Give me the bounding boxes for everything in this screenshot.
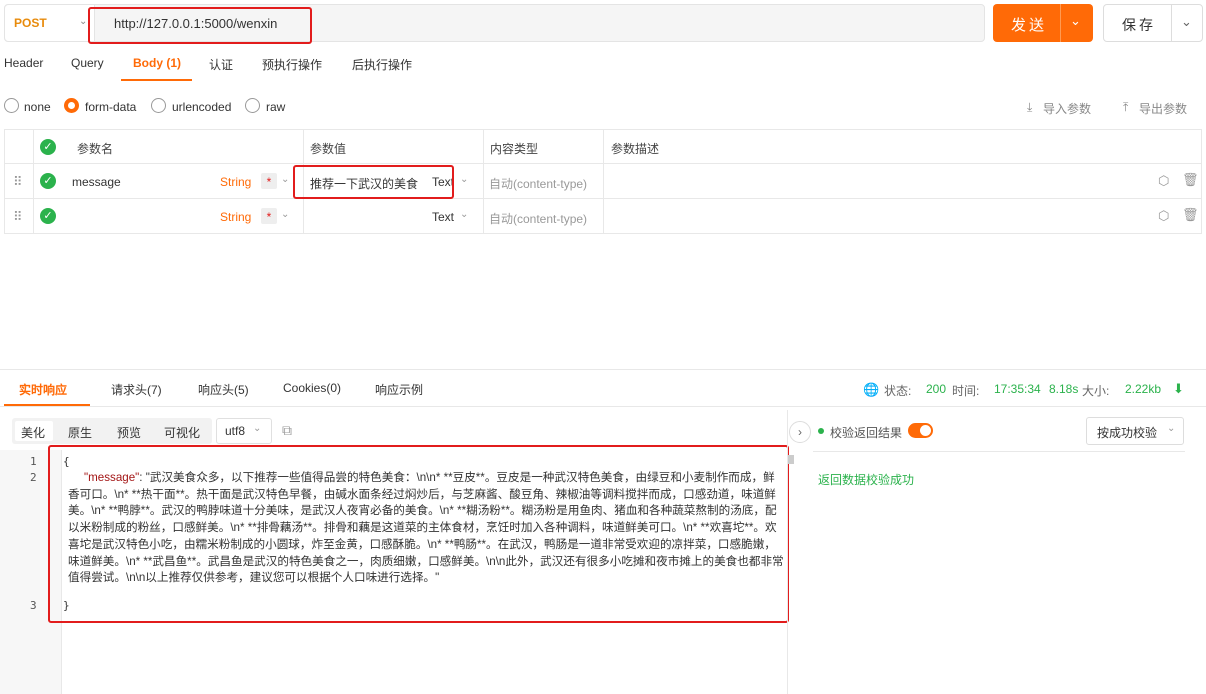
viewer-tab-visualize[interactable]: 可视化: [164, 424, 200, 441]
tab-live-response[interactable]: 实时响应: [19, 381, 67, 398]
status-code: 200: [926, 382, 947, 396]
size-label: 大小:: [1082, 384, 1110, 398]
url-input[interactable]: http://127.0.0.1:5000/wenxin: [114, 16, 277, 31]
trash-icon[interactable]: 🗑: [1182, 172, 1199, 188]
response-highlight-box: [48, 445, 789, 623]
required-toggle[interactable]: *: [261, 208, 277, 224]
chevron-down-icon[interactable]: ⌄: [281, 174, 289, 185]
value-highlight-box: [293, 165, 454, 199]
tab-cookies[interactable]: Cookies(0): [283, 381, 341, 395]
cube-icon[interactable]: ⬡: [1158, 208, 1169, 224]
row-checkbox[interactable]: ✓: [40, 208, 56, 224]
drag-handle-icon[interactable]: ⠿: [13, 209, 23, 225]
send-divider: [1060, 4, 1061, 42]
content-type-input[interactable]: 自动(content-type): [489, 175, 587, 192]
cube-icon[interactable]: ⬡: [1158, 173, 1169, 189]
import-icon: ⤓: [1027, 100, 1033, 114]
line-number: 3: [30, 599, 37, 612]
table-col-divider: [483, 129, 484, 234]
required-toggle[interactable]: *: [261, 173, 277, 189]
header-param-name: 参数名: [77, 142, 114, 156]
copy-icon[interactable]: ⧉: [282, 422, 292, 439]
select-all-checkbox[interactable]: ✓: [40, 139, 56, 155]
chevron-down-icon: ⌄: [253, 423, 262, 434]
editor-divider: [787, 410, 788, 694]
encoding-select[interactable]: utf8 ⌄: [216, 418, 272, 444]
chevron-down-icon[interactable]: ⌄: [460, 209, 468, 220]
viewer-tab-raw[interactable]: 原生: [68, 424, 92, 441]
response-tabs-divider: [0, 406, 1206, 407]
active-tab-underline: [121, 79, 192, 81]
editor-scrollbar[interactable]: [788, 455, 794, 464]
response-duration: 8.18s: [1049, 382, 1079, 396]
radio-form-data[interactable]: [64, 98, 79, 113]
send-label: 发送: [1011, 17, 1048, 34]
table-col-divider: [603, 129, 604, 234]
right-panel-divider: [813, 451, 1185, 452]
chevron-down-icon: ⌄: [79, 16, 88, 27]
radio-form-data-label: form-data: [85, 100, 137, 114]
table-col-divider: [33, 129, 34, 234]
status-dot: [818, 428, 824, 434]
chevron-down-icon: ⌄: [1167, 423, 1176, 434]
tab-response-headers[interactable]: 响应头(5): [198, 381, 249, 398]
validate-toggle[interactable]: [908, 423, 933, 438]
chevron-right-icon[interactable]: ›: [789, 421, 811, 443]
tab-header[interactable]: Header: [4, 56, 43, 70]
tab-auth[interactable]: 认证: [209, 56, 233, 73]
response-time: 17:35:34: [994, 382, 1041, 396]
trash-icon[interactable]: 🗑: [1182, 207, 1199, 223]
param-type-select[interactable]: String: [220, 175, 251, 189]
status-label: 状态:: [884, 384, 912, 398]
param-type-select[interactable]: String: [220, 210, 251, 224]
header-content-type: 内容类型: [490, 142, 539, 156]
content-type-input[interactable]: 自动(content-type): [489, 210, 587, 227]
line-number: 1: [30, 455, 37, 468]
send-button[interactable]: 发送 ⌄: [993, 4, 1093, 42]
radio-raw-label: raw: [266, 100, 286, 114]
header-param-desc: 参数描述: [611, 142, 660, 156]
line-number: 2: [30, 471, 37, 484]
encoding-label: utf8: [225, 424, 246, 438]
chevron-down-icon[interactable]: ⌄: [1181, 14, 1192, 30]
import-params-button[interactable]: 导入参数: [1043, 100, 1091, 117]
validate-mode-label: 按成功校验: [1097, 426, 1158, 440]
tab-body[interactable]: Body (1): [133, 56, 181, 70]
tab-pre-script[interactable]: 预执行操作: [262, 56, 322, 73]
tab-post-script[interactable]: 后执行操作: [352, 56, 412, 73]
validate-label: 校验返回结果: [830, 426, 903, 440]
drag-handle-icon[interactable]: ⠿: [13, 174, 23, 190]
response-divider: [0, 369, 1206, 370]
method-label: POST: [14, 16, 47, 30]
chevron-down-icon[interactable]: ⌄: [460, 174, 468, 185]
tab-query[interactable]: Query: [71, 56, 104, 70]
save-label: 保存: [1122, 17, 1156, 33]
chevron-down-icon[interactable]: ⌄: [281, 209, 289, 220]
time-label: 时间:: [952, 384, 980, 398]
response-size: 2.22kb: [1125, 382, 1162, 396]
radio-urlencoded-label: urlencoded: [172, 100, 232, 114]
globe-icon: 🌐: [863, 382, 880, 397]
row-checkbox[interactable]: ✓: [40, 173, 56, 189]
chevron-down-icon[interactable]: ⌄: [1070, 13, 1081, 29]
header-param-value: 参数值: [310, 142, 347, 156]
param-name-input[interactable]: message: [72, 175, 121, 189]
viewer-tab-preview[interactable]: 预览: [117, 424, 141, 441]
radio-none[interactable]: [4, 98, 19, 113]
validate-mode-select[interactable]: 按成功校验 ⌄: [1086, 417, 1184, 445]
export-icon: ⤒: [1123, 100, 1129, 114]
method-select[interactable]: POST ⌄: [5, 5, 95, 41]
radio-none-label: none: [24, 100, 51, 114]
save-divider: [1171, 5, 1172, 41]
tab-response-example[interactable]: 响应示例: [375, 381, 423, 398]
download-icon[interactable]: ⬇: [1173, 381, 1184, 397]
radio-raw[interactable]: [245, 98, 260, 113]
value-type-select[interactable]: Text: [432, 210, 454, 224]
export-params-button[interactable]: 导出参数: [1139, 100, 1187, 117]
save-button[interactable]: 保存 ⌄: [1103, 4, 1203, 42]
viewer-tab-pretty[interactable]: 美化: [21, 424, 45, 441]
tab-request-headers[interactable]: 请求头(7): [111, 381, 162, 398]
validation-result: 返回数据校验成功: [818, 473, 915, 487]
radio-urlencoded[interactable]: [151, 98, 166, 113]
